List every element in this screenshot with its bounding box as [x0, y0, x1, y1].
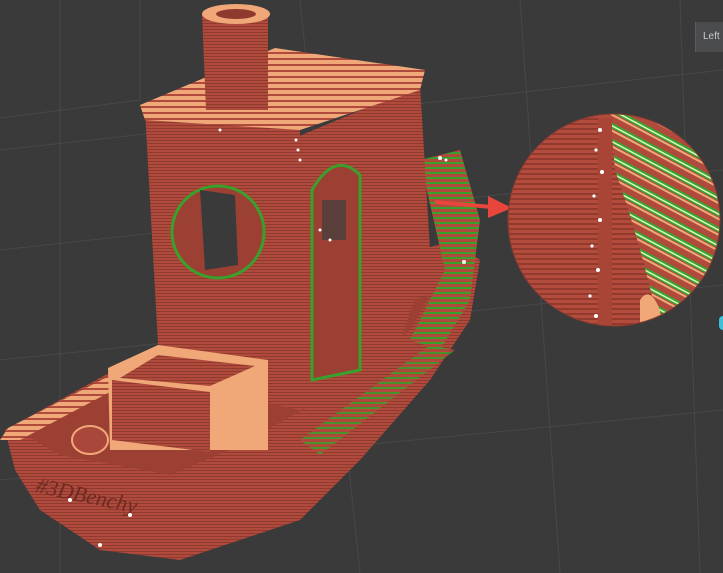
chimney [202, 14, 268, 110]
3d-viewport[interactable]: #3DBenchy [0, 0, 723, 573]
zoom-inset [507, 113, 721, 327]
side-door [310, 164, 362, 382]
view-direction-tab-left[interactable]: Left [695, 22, 723, 52]
panel-edge-handle[interactable] [719, 316, 723, 330]
benchy-model[interactable]: #3DBenchy [0, 4, 480, 560]
